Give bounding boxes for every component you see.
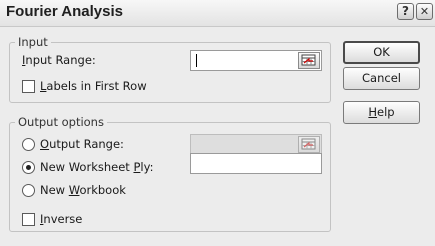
help-button[interactable]: Help [343,101,420,124]
new-workbook-radio[interactable] [22,184,35,197]
output-range-radio[interactable] [22,138,35,151]
input-range-field[interactable] [190,50,322,71]
close-icon[interactable]: ✕ [416,3,433,20]
range-selector-button[interactable] [298,52,320,69]
collapse-range-icon [301,54,316,66]
labels-first-row-checkbox[interactable] [22,80,35,93]
input-group-legend: Input [15,35,51,49]
inverse-label: Inverse [40,212,83,226]
cancel-button[interactable]: Cancel [343,67,420,90]
input-range-label: Input Range: [22,53,96,67]
output-range-label: Output Range: [40,137,124,151]
output-range-selector-button[interactable] [298,136,320,153]
new-workbook-label: New Workbook [40,183,126,197]
title-bar[interactable]: Fourier Analysis ? ✕ [0,0,435,27]
fourier-analysis-dialog: Fourier Analysis ? ✕ Input Input Range: … [0,0,435,246]
new-worksheet-ply-label: New Worksheet Ply: [40,160,154,174]
output-range-field[interactable] [190,134,322,155]
collapse-range-icon [301,138,316,150]
dialog-title: Fourier Analysis [6,3,123,20]
help-icon[interactable]: ? [397,3,414,20]
inverse-checkbox[interactable] [22,213,35,226]
ok-button[interactable]: OK [343,41,420,64]
labels-first-row-label: Labels in First Row [40,79,147,93]
radio-selected-dot [26,165,31,170]
new-worksheet-ply-radio[interactable] [22,161,35,174]
text-caret [196,54,197,67]
output-options-legend: Output options [15,115,107,129]
new-worksheet-ply-field[interactable] [190,153,322,174]
